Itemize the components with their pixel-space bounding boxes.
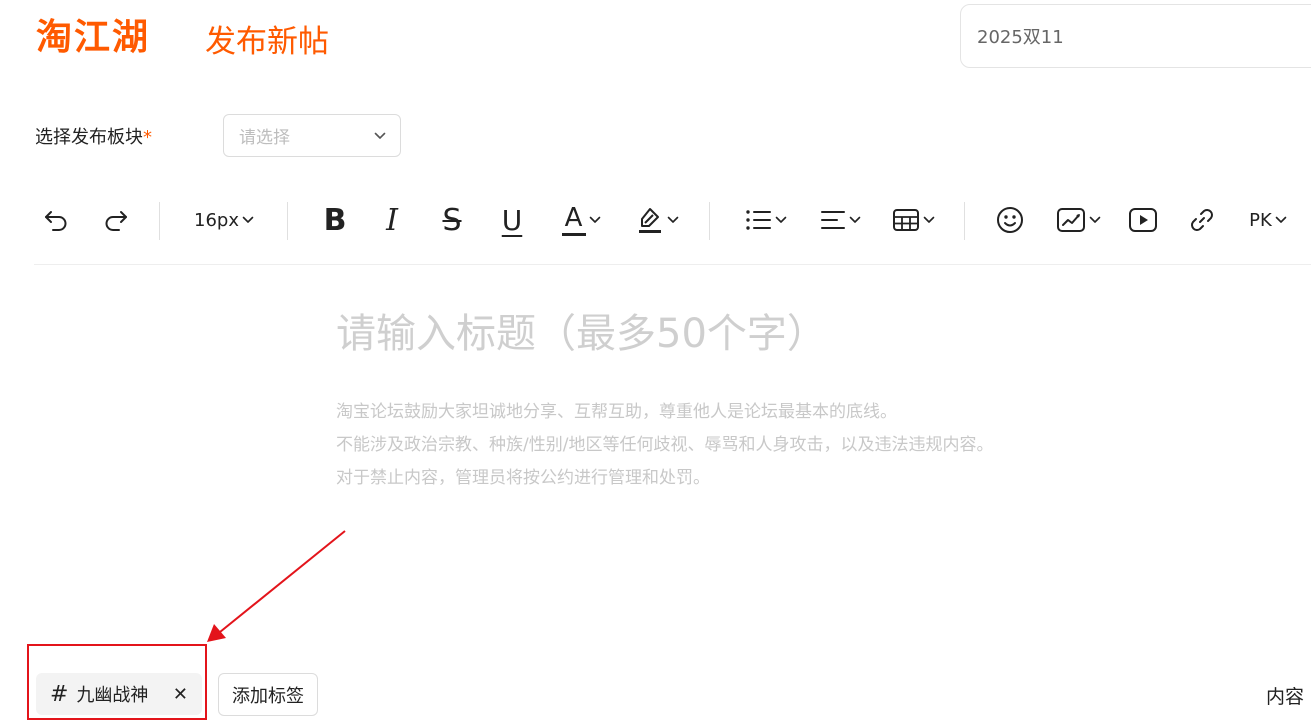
chevron-down-icon	[775, 216, 786, 223]
site-logo[interactable]: 淘江湖	[36, 8, 150, 60]
font-color-icon: A	[561, 202, 586, 236]
content-editor[interactable]: 淘宝论坛鼓励大家坦诚地分享、互帮互助，尊重他人是论坛最基本的底线。 不能涉及政治…	[336, 396, 1236, 495]
image-button[interactable]	[1052, 192, 1104, 248]
undo-icon	[45, 211, 67, 231]
strikethrough-button[interactable]: S	[434, 192, 470, 248]
strikethrough-icon: S	[442, 202, 462, 238]
toolbar-separator	[709, 202, 710, 240]
link-button[interactable]	[1184, 192, 1220, 248]
search-input[interactable]	[960, 4, 1311, 68]
add-tag-button[interactable]: 添加标签	[218, 673, 318, 716]
image-icon	[1056, 208, 1085, 232]
undo-button[interactable]	[38, 192, 74, 248]
title-input[interactable]	[336, 304, 1236, 364]
table-icon	[892, 209, 919, 231]
editor-toolbar: 16px B I S U A PK	[34, 192, 1311, 252]
pk-dropdown[interactable]: PK	[1244, 192, 1292, 248]
board-select-placeholder: 请选择	[239, 128, 290, 148]
video-button[interactable]	[1125, 192, 1161, 248]
pk-label: PK	[1249, 209, 1272, 231]
chevron-down-icon	[849, 216, 860, 223]
italic-button[interactable]: I	[374, 192, 410, 248]
align-button[interactable]	[814, 192, 866, 248]
highlight-button[interactable]	[632, 192, 682, 248]
toolbar-separator	[287, 202, 288, 240]
toolbar-separator	[159, 202, 160, 240]
emoji-button[interactable]	[992, 192, 1028, 248]
guideline-line: 对于禁止内容，管理员将按公约进行管理和处罚。	[336, 468, 710, 488]
table-button[interactable]	[887, 192, 939, 248]
chevron-down-icon	[242, 216, 254, 223]
font-size-dropdown[interactable]: 16px	[184, 192, 264, 248]
redo-icon	[105, 211, 127, 231]
chevron-down-icon	[923, 216, 934, 223]
align-icon	[820, 211, 845, 229]
highlight-icon	[638, 208, 661, 233]
list-icon	[745, 210, 771, 230]
page-title: 发布新帖	[205, 24, 329, 60]
chevron-down-icon	[374, 132, 386, 139]
link-icon	[1191, 209, 1213, 231]
board-select[interactable]: 请选择	[223, 114, 401, 157]
required-mark: *	[143, 127, 152, 148]
font-size-value: 16px	[194, 209, 239, 231]
italic-icon: I	[386, 202, 398, 238]
toolbar-separator	[964, 202, 965, 240]
guideline-line: 不能涉及政治宗教、种族/性别/地区等任何歧视、辱骂和人身攻击，以及违法违规内容。	[336, 435, 994, 455]
chevron-down-icon	[1089, 216, 1100, 223]
font-color-bar	[561, 232, 586, 236]
list-button[interactable]	[739, 192, 791, 248]
chevron-down-icon	[589, 216, 600, 223]
bold-button[interactable]: B	[317, 192, 353, 248]
chevron-down-icon	[667, 216, 678, 223]
font-color-glyph: A	[564, 202, 583, 233]
annotation-highlight-box	[27, 644, 207, 720]
content-label: 内容	[1266, 686, 1305, 708]
page: 淘江湖 发布新帖 选择发布板块* 请选择 16px B I S	[0, 0, 1311, 723]
chevron-down-icon	[1275, 216, 1287, 223]
emoji-icon	[997, 207, 1023, 233]
underline-button[interactable]: U	[494, 192, 530, 248]
bold-icon: B	[323, 202, 347, 238]
font-color-button[interactable]: A	[556, 192, 606, 248]
board-label: 选择发布板块*	[35, 123, 152, 149]
guideline-line: 淘宝论坛鼓励大家坦诚地分享、互帮互助，尊重他人是论坛最基本的底线。	[336, 402, 897, 422]
toolbar-divider	[34, 264, 1311, 265]
underline-icon: U	[501, 203, 523, 237]
board-label-text: 选择发布板块	[35, 127, 143, 148]
video-icon	[1129, 208, 1157, 232]
redo-button[interactable]	[98, 192, 134, 248]
